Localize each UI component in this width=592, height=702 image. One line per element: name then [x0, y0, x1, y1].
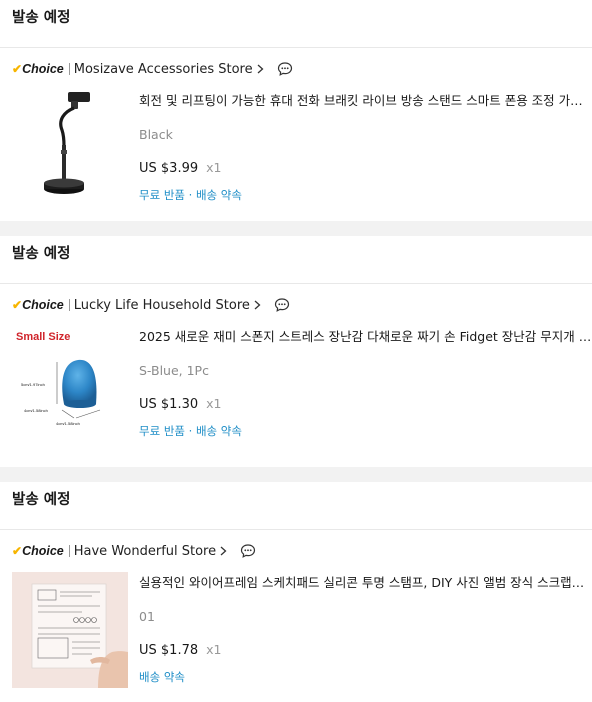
order-card: 발송 예정 ✔ Choice Have Wonderful Store 실용적인… [0, 482, 592, 702]
product-title-link[interactable]: 회전 및 리프팅이 가능한 휴대 전화 브래킷 라이브 방송 스탠드 스마트 폰… [139, 92, 592, 110]
service-tags: 무료 반품 · 배송 약속 [139, 188, 242, 202]
order-status-header: 발송 예정 [0, 482, 592, 530]
product-title-link[interactable]: 실용적인 와이어프레임 스케치패드 실리콘 투명 스탬프, DIY 사진 앨범 … [139, 574, 592, 592]
product-variant: 01 [139, 609, 155, 624]
service-tags: 배송 약속 [139, 670, 185, 684]
choice-badge: ✔ Choice [12, 62, 64, 76]
choice-badge: ✔ Choice [12, 298, 64, 312]
product-image-phone-stand[interactable] [12, 90, 128, 206]
choice-badge: ✔ Choice [12, 544, 64, 558]
service-tags: 무료 반품 · 배송 약속 [139, 424, 242, 438]
price-line: US $1.30 x1 [139, 394, 592, 415]
order-item[interactable]: Small Size 5cm/1.97inch 4cm/1.58inch 4cm… [0, 326, 592, 442]
product-variant: Black [139, 127, 173, 142]
chat-icon[interactable] [240, 543, 256, 559]
thumb-dim-depth: 4cm/1.58inch [24, 408, 48, 413]
chat-icon[interactable] [277, 61, 293, 77]
product-price: US $1.30 [139, 397, 199, 412]
store-divider [68, 299, 70, 311]
order-status-header: 발송 예정 [0, 236, 592, 284]
store-row[interactable]: ✔ Choice Lucky Life Household Store [0, 284, 592, 326]
chevron-right-icon[interactable] [220, 546, 227, 556]
product-price: US $1.78 [139, 643, 199, 658]
chevron-right-icon[interactable] [257, 64, 264, 74]
store-name-link[interactable]: Have Wonderful Store [74, 544, 216, 559]
product-quantity: x1 [206, 642, 222, 657]
product-image-stamp-sheet[interactable] [12, 572, 128, 688]
product-quantity: x1 [206, 160, 222, 175]
thumb-dim-width: 4cm/1.58inch [56, 421, 80, 426]
product-title-link[interactable]: 2025 새로운 재미 스폰지 스트레스 장난감 다채로운 짜기 손 Fidge… [139, 328, 592, 346]
choice-label: Choice [22, 62, 64, 76]
chat-icon[interactable] [274, 297, 290, 313]
order-card: 발송 예정 ✔ Choice Mosizave Accessories Stor… [0, 0, 592, 221]
product-image-squeeze-toy[interactable]: Small Size 5cm/1.97inch 4cm/1.58inch 4cm… [12, 326, 128, 442]
thumb-dim-height: 5cm/1.97inch [21, 382, 45, 387]
choice-check-icon: ✔ [12, 298, 23, 312]
thumb-size-title: Small Size [16, 331, 70, 343]
product-variant: S-Blue, 1Pc [139, 363, 209, 378]
order-item[interactable]: 회전 및 리프팅이 가능한 휴대 전화 브래킷 라이브 방송 스탠드 스마트 폰… [0, 90, 592, 206]
choice-label: Choice [22, 298, 64, 312]
choice-check-icon: ✔ [12, 544, 23, 558]
store-row[interactable]: ✔ Choice Mosizave Accessories Store [0, 48, 592, 90]
store-name-link[interactable]: Lucky Life Household Store [74, 298, 250, 313]
store-divider [68, 545, 70, 557]
order-status-header: 발송 예정 [0, 0, 592, 48]
order-item[interactable]: 실용적인 와이어프레임 스케치패드 실리콘 투명 스탬프, DIY 사진 앨범 … [0, 572, 592, 688]
product-quantity: x1 [206, 396, 222, 411]
choice-check-icon: ✔ [12, 62, 23, 76]
store-divider [68, 63, 70, 75]
product-price: US $3.99 [139, 161, 199, 176]
store-row[interactable]: ✔ Choice Have Wonderful Store [0, 530, 592, 572]
choice-label: Choice [22, 544, 64, 558]
price-line: US $1.78 x1 [139, 640, 592, 661]
store-name-link[interactable]: Mosizave Accessories Store [74, 62, 253, 77]
price-line: US $3.99 x1 [139, 158, 592, 179]
chevron-right-icon[interactable] [254, 300, 261, 310]
order-card: 발송 예정 ✔ Choice Lucky Life Household Stor… [0, 236, 592, 467]
